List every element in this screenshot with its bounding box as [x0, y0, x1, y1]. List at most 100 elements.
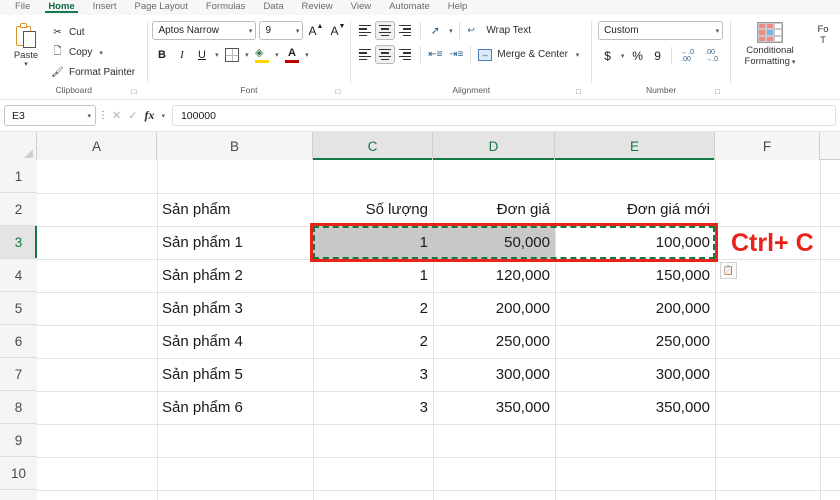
cell-B4[interactable]: Sản phẩm 2	[157, 259, 313, 292]
ribbon-tab-help[interactable]: Help	[439, 0, 477, 13]
cell-D2[interactable]: Đơn giá	[433, 193, 555, 226]
row-header-10[interactable]: 10	[0, 457, 37, 490]
cell-C2[interactable]: Số lượng	[313, 193, 433, 226]
cell-D7[interactable]: 300,000	[433, 358, 555, 391]
column-header-C[interactable]: C	[313, 132, 433, 160]
clipboard-dialog-launcher[interactable]: □	[132, 87, 141, 96]
chevron-down-icon[interactable]: ▾	[99, 49, 103, 57]
chevron-down-icon[interactable]: ▾	[790, 59, 796, 66]
ribbon-tab-data[interactable]: Data	[254, 0, 292, 13]
conditional-formatting-button[interactable]: Conditional Formatting ▾	[734, 21, 806, 68]
cell-B8[interactable]: Sản phẩm 6	[157, 391, 313, 424]
ribbon-tab-review[interactable]: Review	[293, 0, 342, 13]
align-right-button[interactable]	[396, 45, 416, 64]
align-bottom-button[interactable]	[396, 21, 416, 40]
decrease-font-size-button[interactable]: A ▼	[328, 21, 347, 40]
cell-D5[interactable]: 200,000	[433, 292, 555, 325]
ribbon-tab-home[interactable]: Home	[39, 0, 83, 13]
align-left-button[interactable]	[354, 45, 374, 64]
underline-chevron-down-icon[interactable]: ▾	[212, 51, 221, 59]
cell-C3[interactable]: 1	[313, 226, 433, 259]
cell-E8[interactable]: 350,000	[555, 391, 715, 424]
row-header-1[interactable]: 1	[0, 160, 37, 193]
cell-B2[interactable]: Sản phẩm	[157, 193, 313, 226]
row-header-9[interactable]: 9	[0, 424, 37, 457]
increase-indent-button[interactable]: ⇥≡	[446, 45, 466, 64]
format-as-table-button[interactable]: Fo T	[806, 21, 840, 46]
fill-color-button[interactable]: ◈	[252, 45, 271, 64]
cancel-icon[interactable]: ✕	[112, 109, 121, 122]
check-icon[interactable]: ✓	[128, 109, 137, 122]
cell-E2[interactable]: Đơn giá mới	[555, 193, 715, 226]
chevron-down-icon[interactable]: ▾	[161, 112, 165, 120]
align-top-button[interactable]	[354, 21, 374, 40]
ribbon-tab-file[interactable]: File	[6, 0, 39, 13]
merge-center-button[interactable]: ↔ Merge & Center ▾	[475, 45, 585, 64]
column-header-A[interactable]: A	[37, 132, 157, 160]
ribbon-tab-view[interactable]: View	[342, 0, 380, 13]
cut-button[interactable]: ✂ Cut	[48, 24, 138, 41]
align-center-button[interactable]	[375, 45, 396, 64]
ribbon-tab-insert[interactable]: Insert	[84, 0, 126, 13]
cell-E4[interactable]: 150,000	[555, 259, 715, 292]
cell-B3[interactable]: Sản phẩm 1	[157, 226, 313, 259]
more-options-icon[interactable]: ⋮	[96, 110, 110, 121]
bold-button[interactable]: B	[152, 45, 171, 64]
paste-options-icon[interactable]: 📋	[720, 262, 737, 279]
cell-E5[interactable]: 200,000	[555, 292, 715, 325]
cell-C6[interactable]: 2	[313, 325, 433, 358]
font-color-button[interactable]: A	[282, 45, 301, 64]
row-header-8[interactable]: 8	[0, 391, 37, 424]
ribbon-tab-page-layout[interactable]: Page Layout	[125, 0, 196, 13]
number-dialog-launcher[interactable]: □	[715, 87, 724, 96]
row-header-5[interactable]: 5	[0, 292, 37, 325]
merge-chevron-down-icon[interactable]: ▾	[573, 51, 582, 59]
cell-C8[interactable]: 3	[313, 391, 433, 424]
copy-button[interactable]: 🗋 Copy ▾	[48, 44, 138, 61]
ribbon-tab-automate[interactable]: Automate	[380, 0, 439, 13]
row-header-2[interactable]: 2	[0, 193, 37, 226]
wrap-text-button[interactable]: ↩ Wrap Text	[464, 21, 534, 40]
borders-chevron-down-icon[interactable]: ▾	[242, 51, 251, 59]
column-header-B[interactable]: B	[157, 132, 313, 160]
cell-D6[interactable]: 250,000	[433, 325, 555, 358]
formula-input[interactable]: 100000	[171, 105, 836, 126]
row-header-7[interactable]: 7	[0, 358, 37, 391]
accounting-chevron-down-icon[interactable]: ▾	[618, 52, 627, 60]
ribbon-tab-formulas[interactable]: Formulas	[197, 0, 255, 13]
number-format-combo[interactable]: Custom ▾	[598, 21, 724, 40]
cell-E7[interactable]: 300,000	[555, 358, 715, 391]
fill-color-chevron-down-icon[interactable]: ▾	[272, 51, 281, 59]
increase-decimal-button[interactable]: ←.0.00	[676, 46, 699, 65]
column-header-F[interactable]: F	[715, 132, 820, 160]
increase-font-size-button[interactable]: A ▲	[306, 21, 325, 40]
row-header-6[interactable]: 6	[0, 325, 37, 358]
cell-D8[interactable]: 350,000	[433, 391, 555, 424]
comma-format-button[interactable]: 9	[648, 46, 667, 65]
chevron-down-icon[interactable]: ▾	[24, 61, 28, 68]
decrease-decimal-button[interactable]: .00 →.0	[700, 46, 723, 65]
column-header-D[interactable]: D	[433, 132, 555, 160]
borders-button[interactable]	[222, 45, 241, 64]
cell-C7[interactable]: 3	[313, 358, 433, 391]
column-header-E[interactable]: E	[555, 132, 715, 160]
row-header-3[interactable]: 3	[0, 226, 37, 259]
cell-E3[interactable]: 100,000	[555, 226, 715, 259]
paste-button[interactable]: Paste ▾	[4, 21, 48, 68]
cell-C5[interactable]: 2	[313, 292, 433, 325]
percent-format-button[interactable]: %	[628, 46, 647, 65]
italic-button[interactable]: I	[172, 45, 191, 64]
name-box[interactable]: E3 ▾	[4, 105, 96, 126]
cell-D3[interactable]: 50,000	[433, 226, 555, 259]
select-all-corner[interactable]	[0, 132, 37, 160]
format-painter-button[interactable]: 🖌 Format Painter	[48, 64, 138, 81]
orientation-button[interactable]: ➚	[425, 21, 445, 40]
cell-B5[interactable]: Sản phẩm 3	[157, 292, 313, 325]
cell-D4[interactable]: 120,000	[433, 259, 555, 292]
font-dialog-launcher[interactable]: □	[335, 87, 344, 96]
row-header-11[interactable]: 11	[0, 490, 37, 500]
cell-B7[interactable]: Sản phẩm 5	[157, 358, 313, 391]
align-middle-button[interactable]	[375, 21, 396, 40]
cell-E6[interactable]: 250,000	[555, 325, 715, 358]
accounting-format-button[interactable]: $	[598, 46, 617, 65]
